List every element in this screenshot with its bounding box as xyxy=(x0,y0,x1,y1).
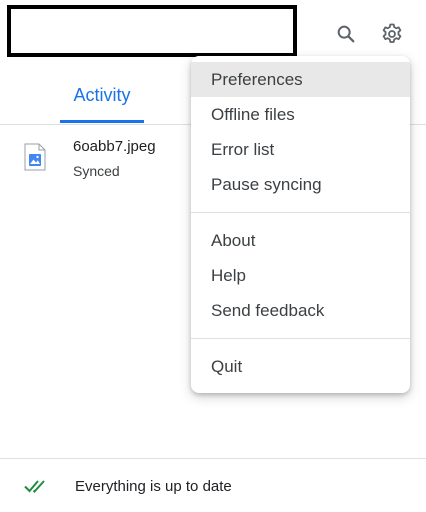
menu-item-quit[interactable]: Quit xyxy=(191,349,410,384)
tab-activity-indicator xyxy=(60,120,144,123)
image-file-icon xyxy=(24,143,46,171)
file-name: 6oabb7.jpeg xyxy=(73,138,156,155)
menu-item-help[interactable]: Help xyxy=(191,258,410,293)
settings-button[interactable] xyxy=(376,18,408,50)
tab-activity[interactable]: Activity xyxy=(60,68,144,123)
account-title-box xyxy=(7,5,297,57)
double-check-icon xyxy=(24,480,45,493)
gear-icon xyxy=(382,23,402,43)
menu-item-label: About xyxy=(211,230,256,250)
sync-status-text: Everything is up to date xyxy=(75,478,232,495)
status-footer: Everything is up to date xyxy=(0,458,426,512)
menu-divider xyxy=(191,212,410,213)
file-status: Synced xyxy=(73,163,120,179)
menu-item-label: Help xyxy=(211,265,246,285)
menu-item-label: Error list xyxy=(211,139,275,159)
menu-item-label: Pause syncing xyxy=(211,174,322,194)
search-icon xyxy=(337,25,355,43)
menu-item-label: Send feedback xyxy=(211,300,325,320)
tab-activity-label: Activity xyxy=(73,85,131,105)
menu-divider xyxy=(191,338,410,339)
menu-item-pause-syncing[interactable]: Pause syncing xyxy=(191,167,410,202)
menu-item-error-list[interactable]: Error list xyxy=(191,132,410,167)
search-button[interactable] xyxy=(330,18,362,50)
menu-item-label: Offline files xyxy=(211,104,295,124)
menu-item-offline-files[interactable]: Offline files xyxy=(191,97,410,132)
settings-menu: Preferences Offline files Error list Pau… xyxy=(191,56,410,393)
menu-item-label: Preferences xyxy=(211,69,303,89)
drive-sync-window: Activity 6oabb7.jpeg Synced Everything i… xyxy=(0,0,426,512)
menu-item-about[interactable]: About xyxy=(191,223,410,258)
menu-item-send-feedback[interactable]: Send feedback xyxy=(191,293,410,328)
menu-item-preferences[interactable]: Preferences xyxy=(191,62,410,97)
menu-item-label: Quit xyxy=(211,356,243,376)
